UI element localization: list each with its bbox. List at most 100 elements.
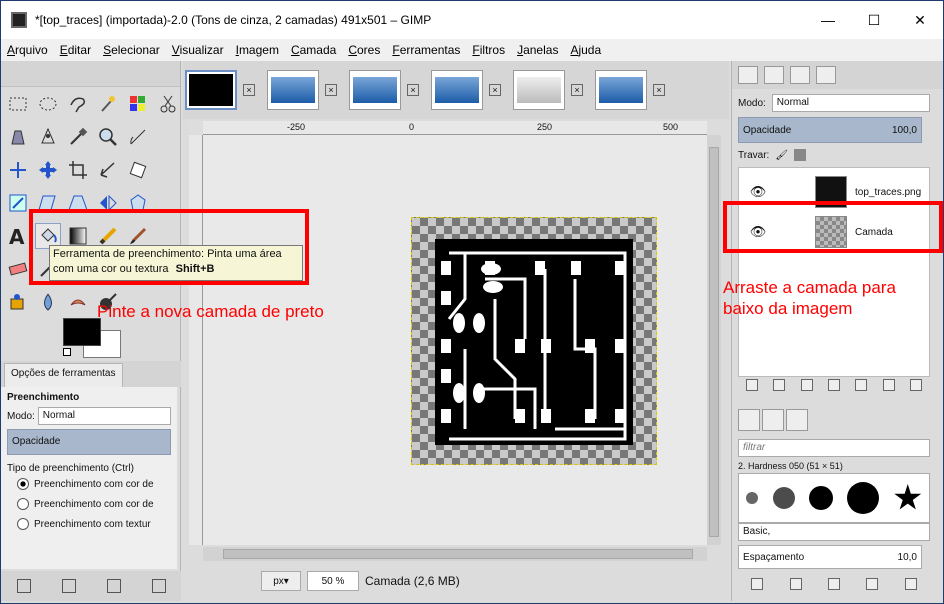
brush-soft-small[interactable] xyxy=(746,492,759,504)
layer-opacity-slider[interactable]: Opacidade 100,0 xyxy=(738,117,922,143)
layer-mode-select[interactable]: Normal xyxy=(771,94,930,112)
anchor-layer-icon[interactable] xyxy=(882,379,895,391)
opacity-slider[interactable]: Opacidade xyxy=(7,429,171,455)
restore-options-icon[interactable] xyxy=(61,579,76,593)
visibility-eye-icon[interactable]: 👁 xyxy=(749,184,767,200)
vertical-scrollbar[interactable] xyxy=(707,135,721,545)
menu-editar[interactable]: Editar xyxy=(60,43,91,57)
select-by-color-tool-icon[interactable] xyxy=(125,91,151,117)
brush-hard-large[interactable] xyxy=(847,482,880,514)
refresh-brushes-icon[interactable] xyxy=(904,578,917,590)
close-tab-icon[interactable]: × xyxy=(489,84,501,96)
menu-ajuda[interactable]: Ajuda xyxy=(570,43,601,57)
close-tab-icon[interactable]: × xyxy=(243,84,255,96)
new-layer-group-icon[interactable] xyxy=(773,379,786,391)
delete-options-icon[interactable] xyxy=(106,579,121,593)
menu-selecionar[interactable]: Selecionar xyxy=(103,43,160,57)
menu-cores[interactable]: Cores xyxy=(348,43,380,57)
raise-layer-icon[interactable] xyxy=(800,379,813,391)
menu-camada[interactable]: Camada xyxy=(291,43,336,57)
brush-name: 2. Hardness 050 (51 × 51) xyxy=(738,461,843,471)
ellipse-select-tool-icon[interactable] xyxy=(35,91,61,117)
close-tab-icon[interactable]: × xyxy=(571,84,583,96)
image-tab-3[interactable]: × xyxy=(349,65,429,115)
foreground-color-swatch[interactable] xyxy=(63,318,101,346)
image-tab-1[interactable]: × xyxy=(185,65,265,115)
mode-select[interactable]: Normal xyxy=(37,407,171,425)
paths-tab-icon[interactable] xyxy=(790,66,810,84)
align-tool-icon[interactable] xyxy=(5,157,31,183)
clone-tool-icon[interactable] xyxy=(5,289,31,315)
unit-select[interactable]: px ▾ xyxy=(261,571,301,591)
lock-alpha-icon[interactable] xyxy=(794,149,807,161)
rotate-tool-icon[interactable] xyxy=(125,157,151,183)
layers-tab-icon[interactable] xyxy=(738,66,758,84)
scale-tool-icon[interactable] xyxy=(5,190,31,216)
brushes-tab-icon[interactable] xyxy=(738,409,760,431)
menu-imagem[interactable]: Imagem xyxy=(236,43,279,57)
edit-brush-icon[interactable] xyxy=(751,578,764,590)
color-picker-tool-icon[interactable] xyxy=(65,124,91,150)
patterns-tab-icon[interactable] xyxy=(762,409,784,431)
image-tab-2[interactable]: × xyxy=(267,65,347,115)
brush-spacing-slider[interactable]: Espaçamento 10,0 xyxy=(738,545,922,569)
delete-layer-icon[interactable] xyxy=(910,379,923,391)
brush-soft-medium[interactable] xyxy=(772,487,795,509)
menu-arquivo[interactable]: Arquivo xyxy=(7,43,48,57)
close-tab-icon[interactable]: × xyxy=(325,84,337,96)
fill-option-fg-color[interactable]: Preenchimento com cor de xyxy=(17,478,171,490)
lock-pixels-icon[interactable]: 🖌 xyxy=(775,150,788,161)
image-tab-5[interactable]: × xyxy=(513,65,593,115)
foreground-select-tool-icon[interactable] xyxy=(5,124,31,150)
brush-hard-medium[interactable] xyxy=(808,486,833,510)
undo-history-tab-icon[interactable] xyxy=(816,66,836,84)
menu-ferramentas[interactable]: Ferramentas xyxy=(392,43,460,57)
new-layer-icon[interactable] xyxy=(745,379,758,391)
reset-colors-icon[interactable] xyxy=(63,348,71,356)
vertical-ruler[interactable] xyxy=(189,135,203,545)
delete-brush-icon[interactable] xyxy=(866,578,879,590)
lasso-tool-icon[interactable] xyxy=(65,91,91,117)
zoom-select[interactable]: 50 % xyxy=(307,571,359,591)
save-options-icon[interactable] xyxy=(16,579,31,593)
reset-options-icon[interactable] xyxy=(151,579,166,593)
image-tab-4[interactable]: × xyxy=(431,65,511,115)
crop-tool-icon[interactable] xyxy=(65,157,91,183)
fill-option-pattern[interactable]: Preenchimento com textur xyxy=(17,518,171,530)
move-tool-icon[interactable] xyxy=(35,157,61,183)
menu-janelas[interactable]: Janelas xyxy=(517,43,558,57)
fuzzy-select-tool-icon[interactable] xyxy=(95,91,121,117)
horizontal-ruler[interactable]: -250 0 250 500 xyxy=(203,121,707,135)
scissors-tool-icon[interactable] xyxy=(155,91,181,117)
gradients-tab-icon[interactable] xyxy=(786,409,808,431)
duplicate-brush-icon[interactable] xyxy=(827,578,840,590)
minimize-button[interactable]: — xyxy=(805,1,851,39)
lower-layer-icon[interactable] xyxy=(827,379,840,391)
rect-select-tool-icon[interactable] xyxy=(5,91,31,117)
unified-transform-tool-icon[interactable] xyxy=(95,157,121,183)
tab-tool-options[interactable]: Opções de ferramentas xyxy=(4,363,123,387)
fill-option-bg-color[interactable]: Preenchimento com cor de xyxy=(17,498,171,510)
image-tab-6[interactable]: × xyxy=(595,65,675,115)
channels-tab-icon[interactable] xyxy=(764,66,784,84)
maximize-button[interactable]: ☐ xyxy=(851,1,897,39)
brush-star[interactable] xyxy=(894,484,922,510)
text-tool-icon[interactable]: A xyxy=(5,223,31,249)
menu-filtros[interactable]: Filtros xyxy=(472,43,505,57)
paths-tool-icon[interactable] xyxy=(35,124,61,150)
blur-tool-icon[interactable] xyxy=(35,289,61,315)
zoom-tool-icon[interactable] xyxy=(95,124,121,150)
close-tab-icon[interactable]: × xyxy=(407,84,419,96)
duplicate-layer-icon[interactable] xyxy=(855,379,868,391)
close-tab-icon[interactable]: × xyxy=(653,84,665,96)
horizontal-scrollbar[interactable] xyxy=(203,547,707,561)
eraser-tool-icon[interactable] xyxy=(5,256,31,282)
new-brush-icon[interactable] xyxy=(789,578,802,590)
brush-preset-select[interactable]: Basic, xyxy=(738,523,930,541)
ruler-corner[interactable] xyxy=(189,121,203,135)
measure-tool-icon[interactable] xyxy=(125,124,151,150)
smudge-tool-icon[interactable] xyxy=(65,289,91,315)
brush-filter-input[interactable]: filtrar xyxy=(738,439,930,457)
menu-visualizar[interactable]: Visualizar xyxy=(172,43,224,57)
close-button[interactable]: ✕ xyxy=(897,1,943,39)
